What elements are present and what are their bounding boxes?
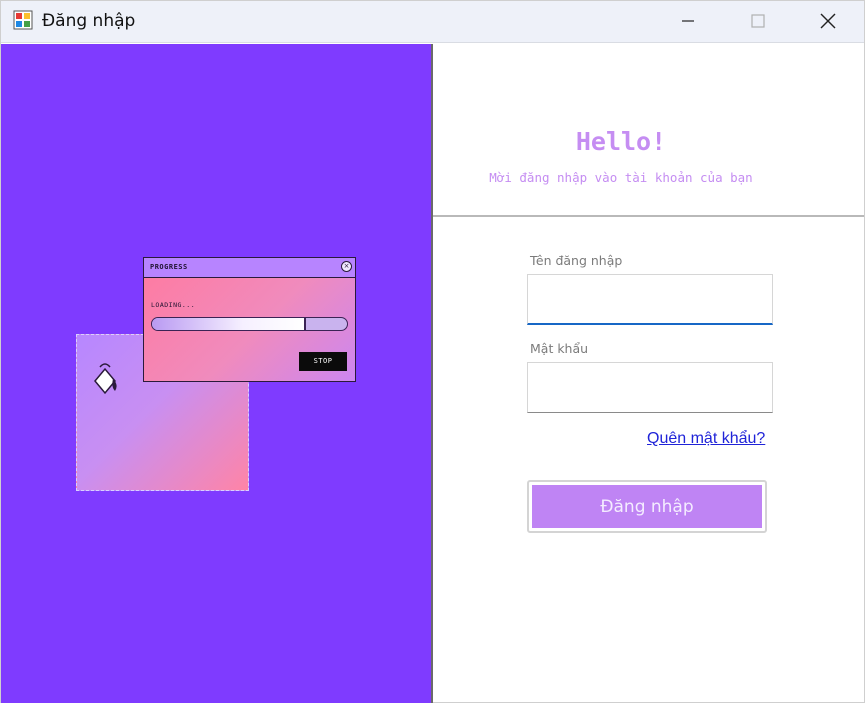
login-window: Đăng nhập PROGRESS × LOADING... STOP Hel… bbox=[0, 0, 865, 703]
title-bar[interactable]: Đăng nhập bbox=[1, 1, 864, 43]
progress-illustration: PROGRESS × LOADING... STOP bbox=[143, 257, 356, 382]
password-input[interactable] bbox=[527, 362, 773, 413]
minimize-button[interactable] bbox=[653, 1, 723, 41]
illustration-progress-bar bbox=[151, 317, 348, 331]
minimize-icon bbox=[682, 20, 694, 22]
username-input[interactable] bbox=[527, 274, 773, 325]
paint-bucket-icon bbox=[94, 363, 117, 395]
illustration-title: PROGRESS bbox=[150, 263, 188, 271]
username-label: Tên đăng nhập bbox=[530, 253, 623, 268]
forgot-password-link[interactable]: Quên mật khẩu? bbox=[647, 430, 765, 448]
illustration-progress-fill bbox=[152, 318, 307, 330]
header-divider bbox=[433, 215, 864, 217]
illustration-loading-text: LOADING... bbox=[151, 301, 196, 309]
close-button[interactable] bbox=[793, 1, 863, 41]
close-icon bbox=[820, 13, 836, 29]
password-label: Mật khẩu bbox=[530, 341, 589, 356]
illustration-stop-button: STOP bbox=[299, 352, 347, 371]
greeting-subtitle: Mời đăng nhập vào tài khoản của bạn bbox=[489, 170, 753, 185]
login-button[interactable]: Đăng nhập bbox=[527, 480, 767, 533]
window-title: Đăng nhập bbox=[42, 11, 136, 31]
maximize-button[interactable] bbox=[723, 1, 793, 41]
illustration-close-icon: × bbox=[341, 261, 352, 272]
login-button-label: Đăng nhập bbox=[532, 485, 762, 528]
maximize-icon bbox=[751, 14, 765, 28]
greeting-heading: Hello! bbox=[575, 127, 667, 156]
app-icon bbox=[13, 10, 33, 30]
illustration-titlebar: PROGRESS × bbox=[144, 258, 355, 278]
